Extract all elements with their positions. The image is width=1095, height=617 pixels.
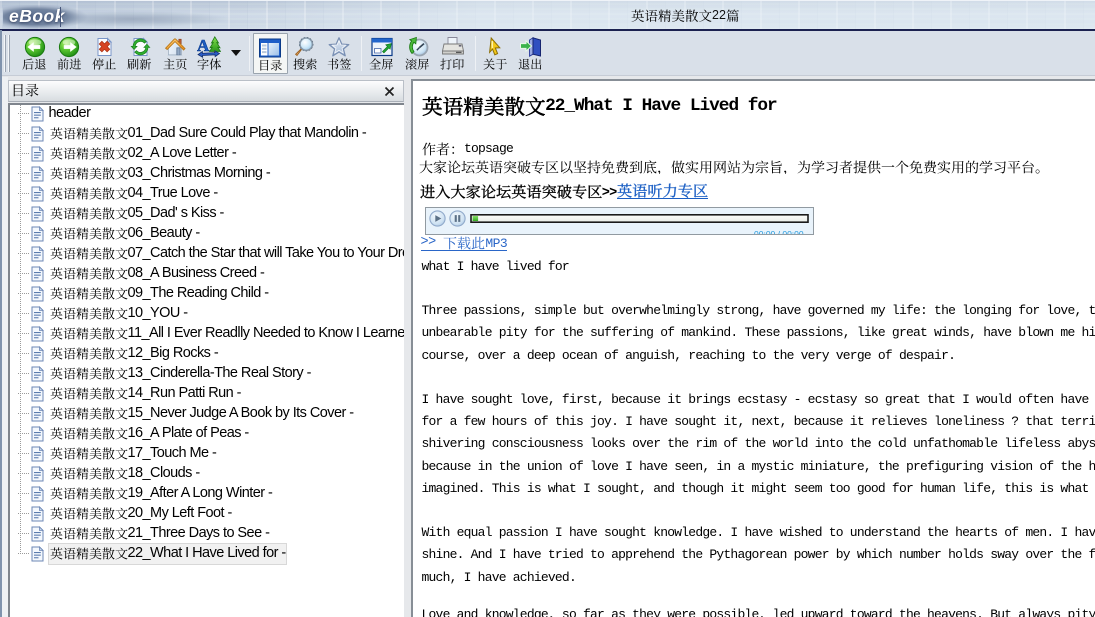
svg-text:A: A bbox=[197, 36, 210, 55]
svg-text:00:00 / 00:00: 00:00 / 00:00 bbox=[754, 229, 804, 234]
